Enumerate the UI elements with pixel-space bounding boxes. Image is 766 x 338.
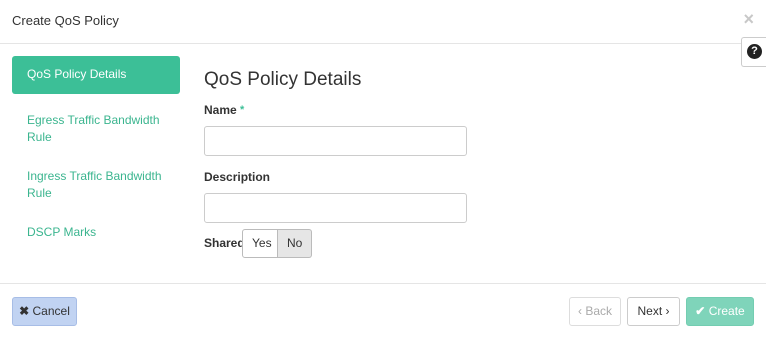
sidebar-item-egress-traffic-bandwidth-rule[interactable]: Egress Traffic Bandwidth Rule [12, 104, 180, 154]
cancel-button[interactable]: ✖ Cancel [12, 297, 77, 326]
section-title: QoS Policy Details [204, 69, 362, 90]
form-content: QoS Policy Details Name * Description Sh… [204, 66, 744, 258]
cancel-icon: ✖ [19, 304, 30, 318]
name-label: Name * [204, 102, 744, 118]
shared-yes-button[interactable]: Yes [242, 229, 278, 258]
sidebar-item-ingress-traffic-bandwidth-rule[interactable]: Ingress Traffic Bandwidth Rule [12, 160, 180, 210]
next-button[interactable]: Next › [627, 297, 680, 326]
name-input[interactable] [204, 126, 467, 156]
modal-footer: ✖ Cancel ‹ Back Next › ✔ Create [0, 283, 766, 338]
description-label: Description [204, 170, 271, 184]
check-icon: ✔ [695, 304, 706, 318]
create-button[interactable]: ✔ Create [686, 297, 754, 326]
modal-title: Create QoS Policy [12, 13, 119, 28]
help-icon: ? [747, 44, 762, 59]
sidebar-item-qos-policy-details[interactable]: QoS Policy Details [12, 56, 180, 94]
modal-header: Create QoS Policy × [0, 0, 766, 44]
shared-label: Shared [204, 236, 245, 250]
workflow-sidebar: QoS Policy Details Egress Traffic Bandwi… [12, 56, 180, 249]
sidebar-item-dscp-marks[interactable]: DSCP Marks [12, 216, 180, 249]
name-label-text: Name [204, 103, 237, 117]
description-input[interactable] [204, 193, 467, 223]
create-qos-policy-modal: Create QoS Policy × ? QoS Policy Details… [0, 0, 766, 338]
shared-toggle: Yes No [242, 229, 312, 258]
shared-no-button[interactable]: No [278, 229, 312, 258]
help-button[interactable]: ? [741, 37, 766, 67]
back-button[interactable]: ‹ Back [569, 297, 621, 326]
required-marker: * [240, 104, 245, 116]
cancel-label: Cancel [32, 304, 70, 318]
create-label: Create [708, 304, 745, 318]
close-icon[interactable]: × [743, 10, 754, 28]
